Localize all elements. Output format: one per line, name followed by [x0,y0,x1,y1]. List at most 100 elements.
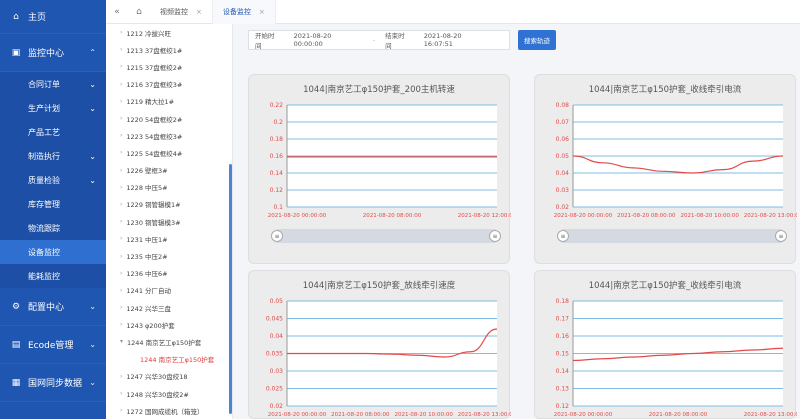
tree-expand-icon[interactable]: › [120,115,122,122]
tab-label: 视频监控 [160,7,188,16]
tree-expand-icon[interactable]: › [120,287,122,294]
sidebar-item-config-center[interactable]: ⚙ 配置中心 ⌄ [0,288,106,326]
y-tick-label: 0.025 [266,386,283,393]
end-time-input[interactable]: 2021-08-20 16:07:51 [424,32,489,48]
search-button[interactable]: 搜索轨迹 [518,30,556,50]
tree-expand-icon[interactable]: › [120,304,122,311]
tree-expand-icon[interactable]: › [120,63,122,70]
x-tick-label: 2021-08-20 13:00:00 [458,412,511,418]
tree-node[interactable]: › 1247 兴华30盘绞18 [106,368,232,385]
tree-node[interactable]: › 1242 兴华三盘 [106,299,232,316]
tree-expand-icon[interactable]: › [120,132,122,139]
tree-expand-icon[interactable]: › [120,235,122,242]
x-tick-label: 2021-08-20 08:00:00 [331,412,390,418]
tree-node[interactable]: › 1213 37盘框绞1# [106,41,232,58]
y-tick-label: 0.14 [270,170,284,177]
tree-expand-icon[interactable]: › [120,29,122,36]
tree-node-label: 1272 国网成缆机（箱笼） [126,407,204,416]
tree-node-label: 1243 φ200护套 [126,321,175,330]
y-tick-label: 0.04 [556,170,570,177]
tree-expand-icon[interactable]: › [120,321,122,328]
tree-node[interactable]: › 1236 中压6# [106,265,232,282]
slider-handle-right[interactable]: ≡ [489,230,501,242]
y-tick-label: 0.04 [270,333,284,340]
tree-expand-icon[interactable]: › [120,81,122,88]
tree-expand-icon[interactable]: › [120,218,122,225]
tree-node-label: 1241 分厂自动 [126,287,172,296]
tree-expand-icon[interactable]: › [120,373,122,380]
tree-node[interactable]: › 1228 中压5# [106,179,232,196]
tree-node[interactable]: › 1229 铜管辗模1# [106,196,232,213]
y-tick-label: 0.12 [270,187,284,194]
collapse-icon[interactable]: « [106,7,128,17]
sidebar-subitem[interactable]: 质量检验 ⌄ [0,168,106,192]
sidebar-subitem[interactable]: 合同订单 ⌄ [0,72,106,96]
config-icon: ⚙ [11,301,21,312]
tree-expand-icon[interactable]: › [120,98,122,105]
slider-handle-left[interactable]: ≡ [557,230,569,242]
sidebar-subitem[interactable]: 制造执行 ⌄ [0,144,106,168]
tree-expand-icon[interactable]: › [120,407,122,414]
tree-node[interactable]: › 1272 国网成缆机（箱笼） [106,402,232,419]
y-tick-label: 0.08 [556,102,570,109]
slider-handle-right[interactable]: ≡ [775,230,787,242]
sidebar-subitem[interactable]: 能耗监控 [0,264,106,288]
tree-node[interactable]: › 1212 冷拔兴旺 [106,24,232,41]
zoom-slider[interactable]: ≡ ≡ [271,229,501,243]
y-tick-label: 0.16 [270,153,284,160]
tree-node[interactable]: › 1248 兴华30盘绞2# [106,385,232,402]
tree-expand-icon[interactable]: › [120,184,122,191]
tree-node-label: 1228 中压5# [126,184,168,193]
y-tick-label: 0.22 [270,102,284,109]
tab-equipment[interactable]: 设备监控 × [212,0,276,24]
tree-node-label: 1244 南京艺工φ150护套 [127,338,202,347]
sidebar-subitem[interactable]: 设备监控 [0,240,106,264]
y-tick-label: 0.14 [556,368,570,375]
sidebar-item-ecode[interactable]: ▤ Ecode管理 ⌄ [0,326,106,364]
sidebar-subitem[interactable]: 产品工艺 [0,120,106,144]
tree-node[interactable]: › 1241 分厂自动 [106,282,232,299]
tree-node-label: 1223 54盘框绞3# [126,132,183,141]
y-tick-label: 0.05 [556,153,570,160]
tree-node[interactable]: › 1235 中压2# [106,247,232,264]
tree-node[interactable]: › 1220 54盘框绞2# [106,110,232,127]
close-icon[interactable]: × [196,8,202,16]
sidebar-subitem[interactable]: 物流跟踪 [0,216,106,240]
sidebar-subitem-label: 生产计划 [28,103,60,113]
tree-expand-icon[interactable]: › [120,167,122,174]
tree-node-label: 1216 37盘框绞3# [126,81,183,90]
tree-node[interactable]: › 1243 φ200护套 [106,316,232,333]
tree-expand-icon[interactable]: ▾ [120,338,123,345]
tree-expand-icon[interactable]: › [120,149,122,156]
sidebar-item-home[interactable]: ⌂ 主页 [0,0,106,34]
tree-scrollbar[interactable] [229,164,232,414]
tree-leaf-selected[interactable]: 1244 南京艺工φ150护套 [106,351,232,368]
tree-expand-icon[interactable]: › [120,201,122,208]
tree-node-label: 1230 铜管辗模3# [126,218,181,227]
tab-video[interactable]: 视频监控 × [150,0,213,24]
tree-node[interactable]: ▾ 1244 南京艺工φ150护套 [106,333,232,350]
sidebar-item-monitor-center[interactable]: ▣ 监控中心 ⌃ [0,34,106,72]
start-time-input[interactable]: 2021-08-20 00:00:00 [294,32,359,48]
tree-expand-icon[interactable]: › [120,270,122,277]
tree-node[interactable]: › 1223 54盘框绞3# [106,127,232,144]
tree-node[interactable]: › 1216 37盘框绞3# [106,76,232,93]
tree-node[interactable]: › 1219 精大拉1# [106,93,232,110]
zoom-slider[interactable]: ≡ ≡ [557,229,787,243]
sidebar-subitem[interactable]: 库存管理 [0,192,106,216]
tree-expand-icon[interactable]: › [120,390,122,397]
sidebar-subitem[interactable]: 生产计划 ⌄ [0,96,106,120]
tree-expand-icon[interactable]: › [120,46,122,53]
tree-node[interactable]: › 1231 中压1# [106,230,232,247]
tree-node[interactable]: › 1225 54盘框绞4# [106,144,232,161]
y-tick-label: 0.17 [556,316,570,323]
sidebar-item-sync[interactable]: ▦ 国网同步数据 ⌄ [0,364,106,402]
close-icon[interactable]: × [259,8,265,16]
tree-node[interactable]: › 1226 壁框3# [106,162,232,179]
slider-handle-left[interactable]: ≡ [271,230,283,242]
tree-expand-icon[interactable]: › [120,253,122,260]
chevron-up-icon: ⌃ [89,48,96,57]
tree-node[interactable]: › 1230 铜管辗模3# [106,213,232,230]
tree-node[interactable]: › 1215 37盘框绞2# [106,58,232,75]
home-tab-icon[interactable]: ⌂ [128,7,150,17]
